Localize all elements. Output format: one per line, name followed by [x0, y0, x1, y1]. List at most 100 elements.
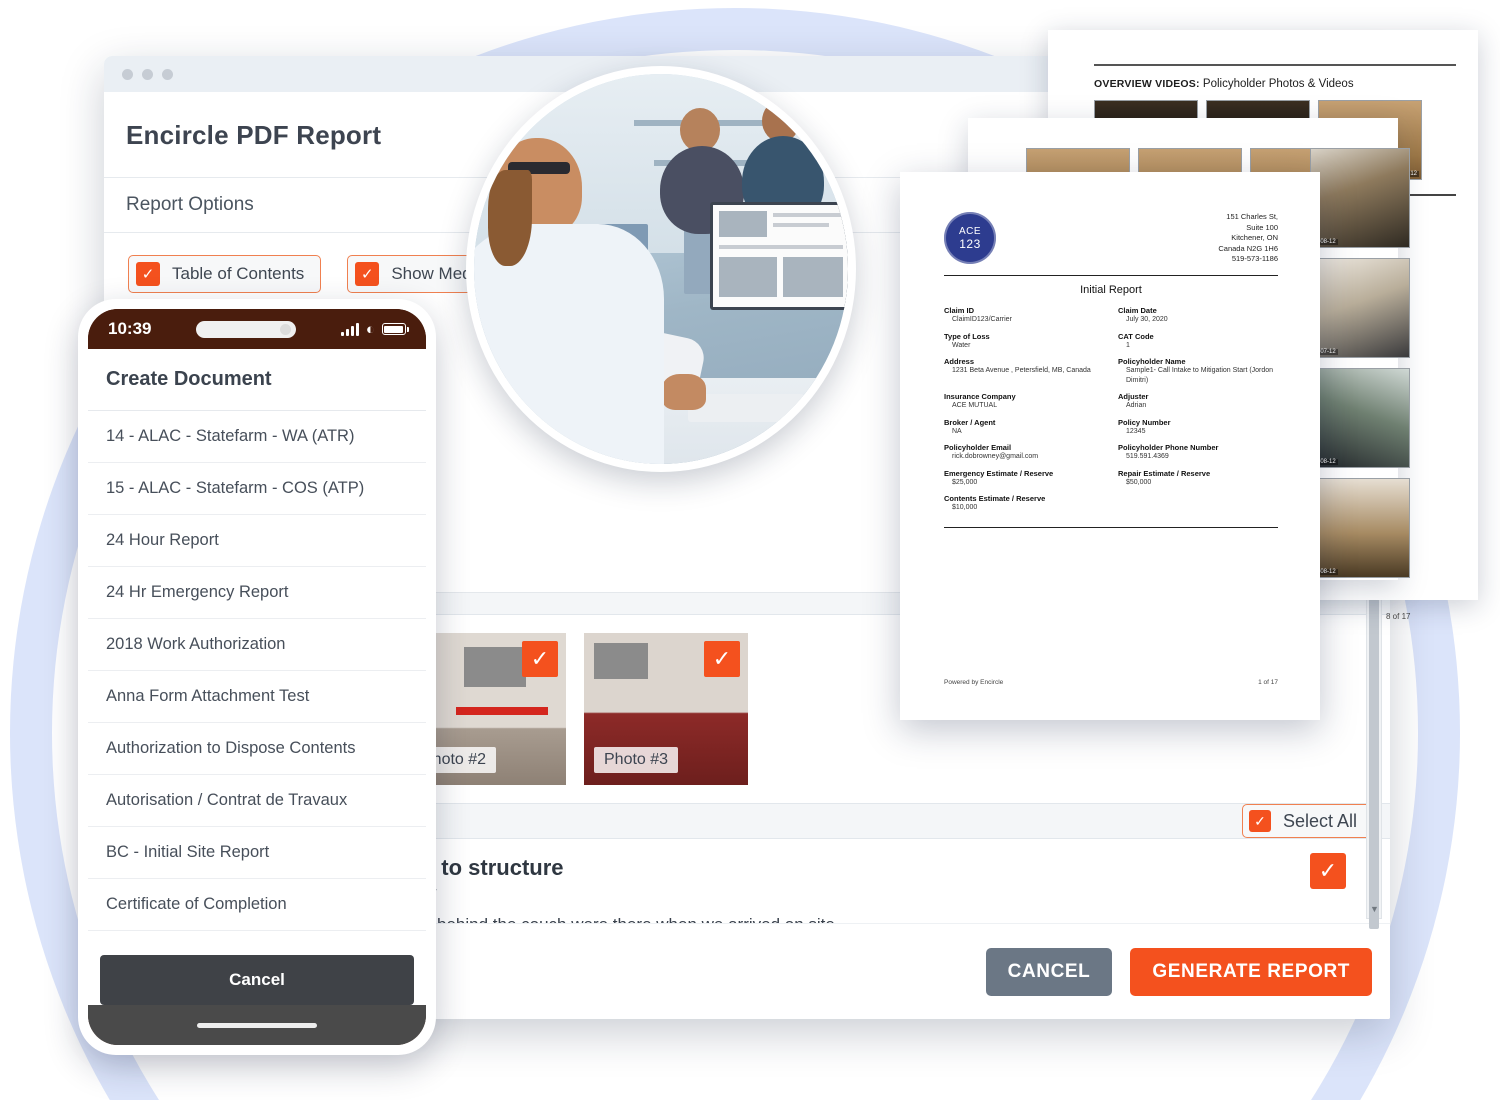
- pdf-header: ACE 123 151 Charles St, Suite 100 Kitche…: [944, 212, 1278, 265]
- screen-line-decor: [719, 245, 843, 249]
- list-item[interactable]: 14 - ALAC - Statefarm - WA (ATR): [88, 411, 426, 463]
- pdf-field-label: Policyholder Name: [1118, 357, 1186, 366]
- pdf-right-photo-strip: 0-08-12 0-07-12 0-08-12 0-08-12: [1310, 148, 1420, 598]
- phone-cancel-button[interactable]: Cancel: [100, 955, 414, 1005]
- pdf-field-label: Adjuster: [1118, 392, 1149, 401]
- pdf-field-grid: Claim ID ClaimID123/Carrier Claim Date Jul…: [944, 306, 1278, 513]
- generate-report-button[interactable]: GENERATE REPORT: [1130, 947, 1372, 996]
- office-photo: [474, 74, 848, 464]
- pdf-field-value: $25,000: [952, 478, 978, 486]
- pdf-field-value: $10,000: [952, 504, 978, 511]
- pdf-back-overview-value: Policyholder Photos & Videos: [1202, 78, 1354, 90]
- checkbox-checked-icon[interactable]: ✓: [136, 262, 160, 286]
- pdf-field: Claim Date July 30, 2020: [1118, 306, 1278, 325]
- pdf-field-value: Sample1- Call Intake to Mitigation Start…: [1126, 367, 1274, 384]
- pdf-field: Contents Estimate / Reserve $10,000: [944, 494, 1104, 513]
- checkbox-checked-icon[interactable]: ✓: [1248, 810, 1271, 832]
- pdf-thumbnail: 0-08-12: [1310, 478, 1410, 578]
- list-item[interactable]: 15 - ALAC - Statefarm - COS (ATP): [88, 463, 426, 515]
- pdf-field-label: CAT Code: [1118, 331, 1154, 341]
- pdf-page-front: ACE 123 151 Charles St, Suite 100 Kitche…: [900, 172, 1320, 720]
- pdf-field: Policyholder Phone Number 519.591.4369: [1118, 443, 1278, 462]
- checkbox-checked-icon[interactable]: ✓: [355, 262, 380, 286]
- pdf-field: Address 1231 Beta Avenue , Petersfield, M…: [944, 357, 1104, 385]
- wifi-icon: ◐: [365, 320, 375, 338]
- pdf-footer: Powered by Encircle 1 of 17: [944, 679, 1278, 686]
- list-item[interactable]: 24 Hr Emergency Report: [88, 567, 426, 619]
- list-item[interactable]: Authorization to Dispose Contents: [88, 723, 426, 775]
- screenshot-stage: OVERVIEW VIDEOS: Policyholder Photos & V…: [0, 0, 1500, 1100]
- pdf-back-overview-title: OVERVIEW VIDEOS: Policyholder Photos & V…: [1094, 78, 1456, 90]
- list-item[interactable]: Autorisation / Contrat de Travaux: [88, 775, 426, 827]
- photo-checkbox-checked-icon[interactable]: ✓: [704, 641, 740, 677]
- pdf-footer-page-number: 1 of 17: [1258, 679, 1278, 686]
- photo-frame-decor: [594, 643, 648, 679]
- signal-icon: [340, 322, 359, 336]
- option-label: Table of Contents: [172, 264, 305, 283]
- list-item[interactable]: Anna Form Attachment Test: [88, 671, 426, 723]
- minimize-icon[interactable]: [142, 68, 153, 80]
- list-item[interactable]: BC - Initial Site Report: [88, 827, 426, 879]
- pdf-field-value: 12345: [1126, 427, 1146, 435]
- pdf-field-label: Broker / Agent: [944, 417, 996, 427]
- list-item[interactable]: Certificate of Completion: [88, 879, 426, 931]
- scrollbar-thumb[interactable]: [1369, 599, 1379, 929]
- monitor-screen-decor: [713, 205, 848, 307]
- photo-shelf-decor: [456, 707, 548, 715]
- pdf-field: Policy Number 12345: [1118, 418, 1278, 437]
- screen-thumb-decor: [719, 211, 767, 237]
- pdf-field-value: ACE MUTUAL: [952, 402, 998, 409]
- pdf-field: Insurance Company ACE MUTUAL: [944, 392, 1104, 411]
- pdf-field: CAT Code 1: [1118, 332, 1278, 351]
- person-hand-decor: [662, 374, 706, 410]
- status-icons: ◐: [340, 320, 409, 338]
- select-all-button[interactable]: ✓ Select All: [1241, 804, 1372, 838]
- close-icon[interactable]: [122, 68, 133, 80]
- pdf-field-label: Insurance Company: [944, 392, 1016, 401]
- pdf-back-overview-label: OVERVIEW VIDEOS:: [1094, 78, 1200, 90]
- pdf-field: [1118, 494, 1278, 513]
- option-table-of-contents[interactable]: ✓ Table of Contents: [128, 255, 322, 293]
- phone-status-bar: 10:39 ◐: [88, 309, 426, 349]
- chevron-down-icon[interactable]: ▼: [1370, 904, 1379, 914]
- pdf-thumbnail: 0-08-12: [1310, 368, 1410, 468]
- document-list: 14 - ALAC - Statefarm - WA (ATR) 15 - AL…: [88, 411, 426, 947]
- pdf-field: Repair Estimate / Reserve $50,000: [1118, 469, 1278, 488]
- cancel-button[interactable]: CANCEL: [985, 947, 1113, 996]
- pdf-field-label: Repair Estimate / Reserve: [1118, 468, 1211, 478]
- status-time: 10:39: [108, 319, 152, 338]
- pdf-field-value: 519.591.4369: [1126, 453, 1169, 460]
- maximize-icon[interactable]: [162, 68, 173, 80]
- screen-line-decor: [773, 223, 829, 227]
- pdf-field-label: Claim ID: [944, 306, 975, 315]
- pdf-field-label: Emergency Estimate / Reserve: [944, 468, 1054, 478]
- screen-line-decor: [773, 213, 843, 217]
- home-indicator[interactable]: [197, 1022, 317, 1028]
- pdf-field-value: July 30, 2020: [1126, 316, 1168, 323]
- pdf-field-label: Claim Date: [1118, 306, 1157, 315]
- photo-label: Photo #3: [594, 747, 679, 773]
- pdf-field: Policyholder Email rick.dobrowney@gmail.c…: [944, 443, 1104, 462]
- sheet-title: Create Document: [88, 349, 426, 411]
- select-all-label: Select All: [1282, 810, 1357, 831]
- list-item[interactable]: Certificate of Completion: [88, 931, 426, 947]
- pdf-field-label: Policy Number: [1118, 417, 1171, 427]
- office-photo-bubble: [466, 66, 856, 472]
- phone-mockup: 10:39 ◐ Create Document 14 - ALAC - Stat…: [78, 299, 436, 1055]
- list-item[interactable]: 2018 Work Authorization: [88, 619, 426, 671]
- note-checkbox-checked-icon[interactable]: ✓: [1310, 853, 1346, 889]
- phone-screen: 10:39 ◐ Create Document 14 - ALAC - Stat…: [88, 309, 426, 1045]
- create-document-sheet: Create Document 14 - ALAC - Statefarm - …: [88, 349, 426, 1005]
- pdf-field: Emergency Estimate / Reserve $25,000: [944, 469, 1104, 488]
- pdf-field: Policyholder Name Sample1- Call Intake to…: [1118, 357, 1278, 385]
- list-item[interactable]: 24 Hour Report: [88, 515, 426, 567]
- pdf-footer-left: Powered by Encircle: [944, 679, 1004, 686]
- pdf-back-page-number: 8 of 17: [1386, 612, 1411, 621]
- notes-scrollbar[interactable]: ▼: [1366, 596, 1382, 929]
- photo-checkbox-checked-icon[interactable]: ✓: [522, 641, 558, 677]
- pdf-field: Claim ID ClaimID123/Carrier: [944, 306, 1104, 325]
- photo-card[interactable]: ✓ Photo #3: [584, 633, 748, 785]
- pdf-field-label: Policyholder Phone Number: [1118, 443, 1219, 452]
- pdf-divider: [944, 274, 1278, 276]
- hair-decor: [488, 170, 532, 266]
